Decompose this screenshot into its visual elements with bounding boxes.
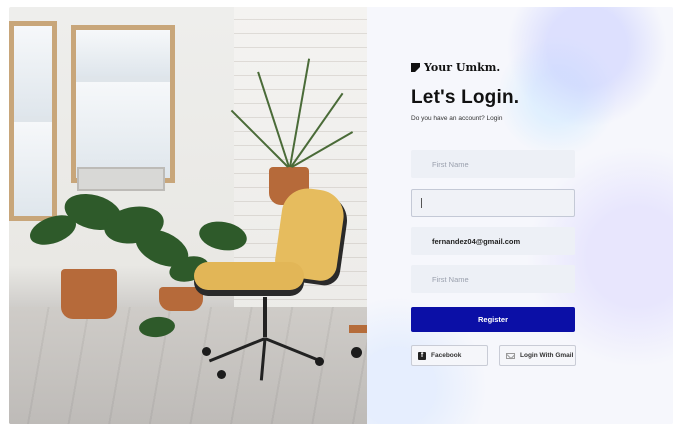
- fourth-input-field[interactable]: First Name: [411, 265, 575, 293]
- floor: [9, 307, 367, 424]
- email-field[interactable]: fernandez04@gmail.com: [411, 227, 575, 255]
- plant-pot-middle: [159, 287, 203, 311]
- second-input-field[interactable]: [411, 189, 575, 217]
- app-frame: Your Umkm. Let's Login. Do you have an a…: [9, 7, 673, 424]
- register-button[interactable]: Register: [411, 307, 575, 332]
- fourth-input-placeholder: First Name: [432, 274, 469, 284]
- login-prompt[interactable]: Do you have an account? Login: [411, 115, 502, 122]
- first-name-field[interactable]: First Name: [411, 150, 575, 178]
- stool: [349, 325, 367, 333]
- window-right: [71, 25, 175, 183]
- mail-icon: [506, 352, 515, 359]
- facebook-label: Facebook: [431, 352, 462, 359]
- gmail-login-button[interactable]: Login With Gmail: [499, 345, 576, 366]
- text-caret: [421, 198, 422, 208]
- window-left: [9, 21, 57, 221]
- facebook-login-button[interactable]: f Facebook: [411, 345, 488, 366]
- first-name-placeholder: First Name: [432, 159, 469, 169]
- plant-pot-left: [61, 269, 117, 319]
- air-conditioner: [77, 167, 165, 191]
- chair-seat: [194, 262, 304, 290]
- email-value: fernandez04@gmail.com: [432, 236, 521, 246]
- brand-name: Your Umkm.: [424, 61, 501, 74]
- facebook-icon: f: [418, 351, 426, 360]
- login-panel: Your Umkm. Let's Login. Do you have an a…: [367, 7, 673, 424]
- gmail-label: Login With Gmail: [520, 352, 574, 359]
- page-title: Let's Login.: [411, 87, 520, 108]
- brand-logo-icon: [411, 63, 420, 72]
- hero-photo: [9, 7, 367, 424]
- brand: Your Umkm.: [411, 61, 500, 74]
